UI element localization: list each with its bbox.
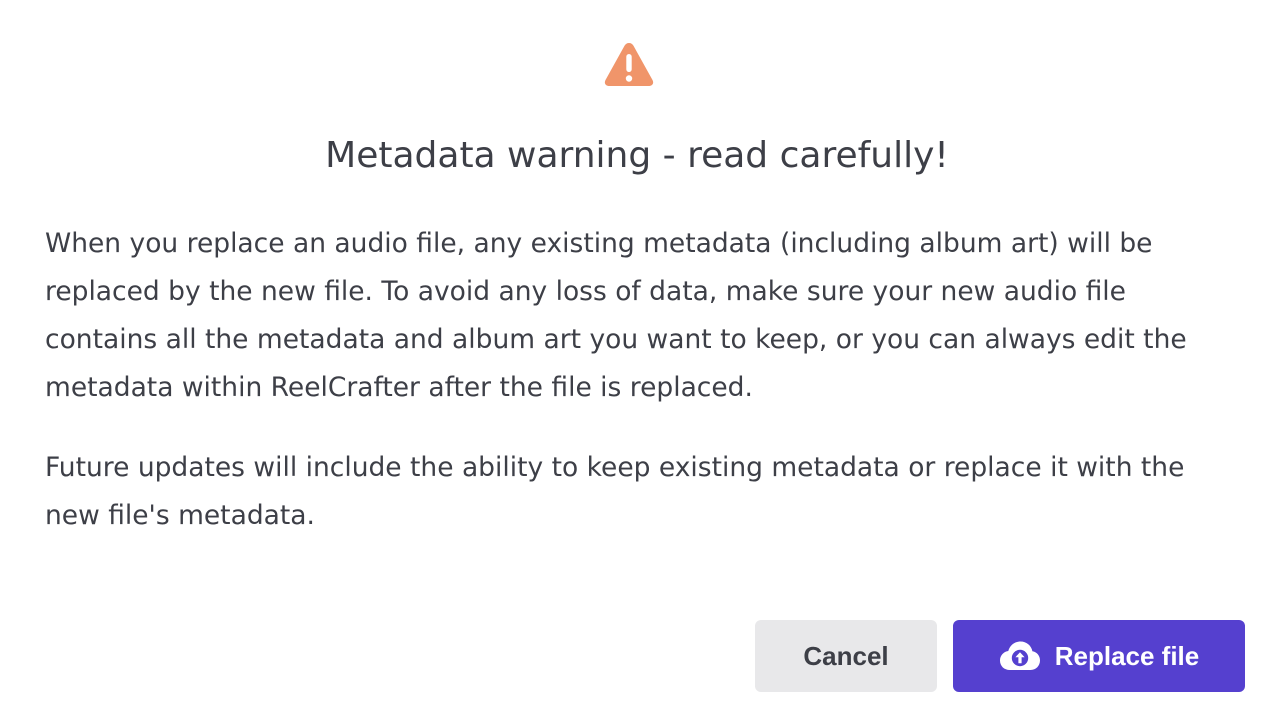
metadata-warning-dialog: Metadata warning - read carefully! When … bbox=[0, 0, 1274, 720]
replace-file-button[interactable]: Replace file bbox=[953, 620, 1245, 692]
cancel-button-label: Cancel bbox=[803, 640, 889, 671]
cloud-upload-icon bbox=[999, 641, 1040, 670]
dialog-title: Metadata warning - read carefully! bbox=[325, 135, 949, 176]
future-updates-paragraph: Future updates will include the ability … bbox=[45, 452, 1185, 531]
cancel-button[interactable]: Cancel bbox=[755, 620, 937, 692]
replace-file-button-label: Replace file bbox=[1054, 640, 1200, 671]
warning-paragraph: When you replace an audio file, any exis… bbox=[45, 228, 1187, 403]
warning-triangle-icon bbox=[604, 43, 654, 86]
